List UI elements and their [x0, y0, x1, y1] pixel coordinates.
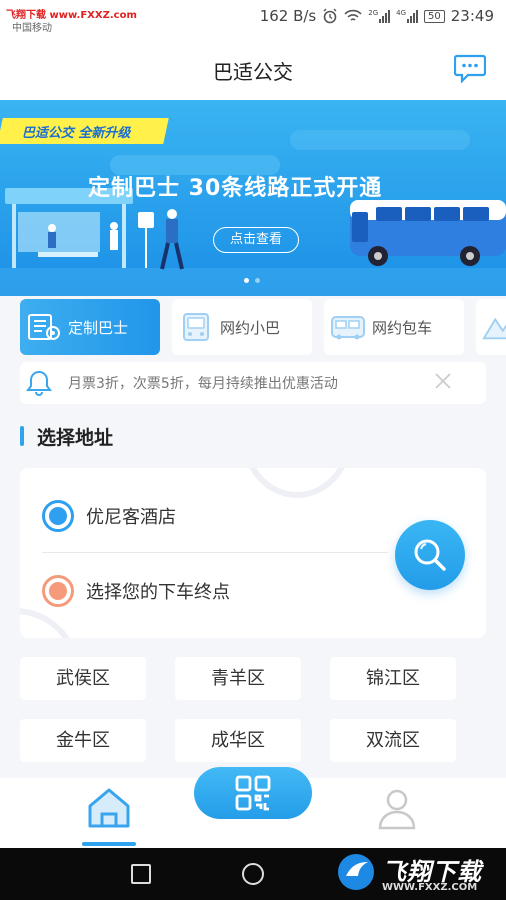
charter-bus-icon [331, 316, 365, 340]
active-tab-indicator [82, 842, 136, 846]
network-speed: 162 B/s [259, 7, 317, 25]
home-button[interactable] [242, 863, 264, 885]
promo-banner[interactable]: 巴适公交 全新升级 定制巴士 30条线路正式开通 点击查看 [0, 100, 506, 296]
origin-address: 优尼客酒店 [86, 507, 176, 528]
banner-tag-text: 巴适公交 全新升级 [22, 125, 131, 141]
service-tab-custom-bus[interactable]: 定制巴士 [20, 299, 160, 355]
clock: 23:49 [450, 7, 494, 25]
destination-radio-icon [42, 575, 74, 607]
divider [42, 552, 388, 553]
district-button[interactable]: 锦江区 [330, 657, 456, 700]
address-card: 优尼客酒店 选择您的下车终点 [20, 468, 486, 638]
service-tab-more[interactable] [476, 299, 506, 355]
decorative-arc [20, 608, 80, 638]
section-title: 选择地址 [37, 426, 114, 449]
network-2g-label: 2G [368, 9, 379, 17]
district-button[interactable]: 双流区 [330, 719, 456, 762]
service-label: 网约包车 [372, 318, 433, 337]
service-label: 定制巴士 [68, 318, 129, 337]
status-bar: 飞翔下载 www.FXXZ.com 中国移动 162 B/s 2G 4G 50 … [0, 0, 506, 36]
watermark-logo: 飞翔下载 WWW.FXXZ.COM [336, 852, 500, 896]
district-button[interactable]: 青羊区 [175, 657, 301, 700]
signal-bars-icon [407, 9, 419, 23]
title-bar: 巴适公交 [0, 36, 506, 100]
watermark-url: WWW.FXXZ.COM [382, 882, 478, 893]
carousel-dots [244, 278, 260, 283]
signal-2g: 2G [368, 9, 391, 23]
notice-bar[interactable]: 月票3折，次票5折，每月持续推出优惠活动 [20, 362, 486, 404]
qr-scan-icon [235, 775, 271, 811]
district-button[interactable]: 武侯区 [20, 657, 146, 700]
notice-text: 月票3折，次票5折，每月持续推出优惠活动 [68, 376, 338, 392]
page-title: 巴适公交 [213, 60, 293, 84]
user-icon[interactable] [372, 786, 422, 832]
custom-bus-icon [28, 314, 60, 340]
carousel-dot[interactable] [244, 278, 249, 283]
bell-icon [26, 370, 52, 396]
decorative-arc [242, 468, 352, 498]
wifi-icon [344, 9, 362, 21]
origin-radio-icon [42, 500, 74, 532]
banner-headline: 定制巴士 30条线路正式开通 [88, 176, 383, 201]
district-button[interactable]: 成华区 [175, 719, 301, 762]
mountain-icon [482, 317, 506, 340]
system-nav-bar: 飞翔下载 WWW.FXXZ.COM [0, 848, 506, 900]
battery-icon: 50 [424, 9, 445, 23]
banner-cta-button[interactable]: 点击查看 [213, 227, 299, 253]
destination-address: 选择您的下车终点 [86, 582, 230, 603]
alarm-icon [323, 8, 337, 24]
service-tab-minibus[interactable]: 网约小巴 [172, 299, 312, 355]
recent-apps-button[interactable] [131, 864, 151, 884]
banner-tag: 巴适公交 全新升级 [0, 118, 169, 144]
network-4g-label: 4G [396, 9, 407, 17]
watermark-logo-icon [338, 854, 374, 890]
service-tab-charter[interactable]: 网约包车 [324, 299, 464, 355]
search-button[interactable] [395, 520, 465, 590]
minibus-icon [183, 313, 209, 341]
origin-row[interactable]: 优尼客酒店 [42, 500, 176, 532]
carousel-dot[interactable] [255, 278, 260, 283]
close-icon[interactable] [434, 372, 452, 390]
district-button[interactable]: 金牛区 [20, 719, 146, 762]
signal-4g: 4G [396, 9, 419, 23]
search-icon [414, 539, 446, 571]
service-label: 网约小巴 [220, 318, 281, 337]
chat-bubble-icon[interactable] [454, 53, 486, 83]
section-accent-bar [20, 426, 24, 446]
destination-row[interactable]: 选择您的下车终点 [42, 575, 230, 607]
signal-bars-icon [379, 9, 391, 23]
status-indicators: 162 B/s 2G 4G 50 23:49 [260, 7, 494, 25]
section-header: 选择地址 [20, 424, 114, 449]
scan-button[interactable] [194, 767, 312, 819]
home-icon[interactable] [84, 786, 134, 830]
carrier-name: 中国移动 [12, 23, 52, 34]
service-tabs: 定制巴士 网约小巴 网约包车 [20, 299, 506, 355]
